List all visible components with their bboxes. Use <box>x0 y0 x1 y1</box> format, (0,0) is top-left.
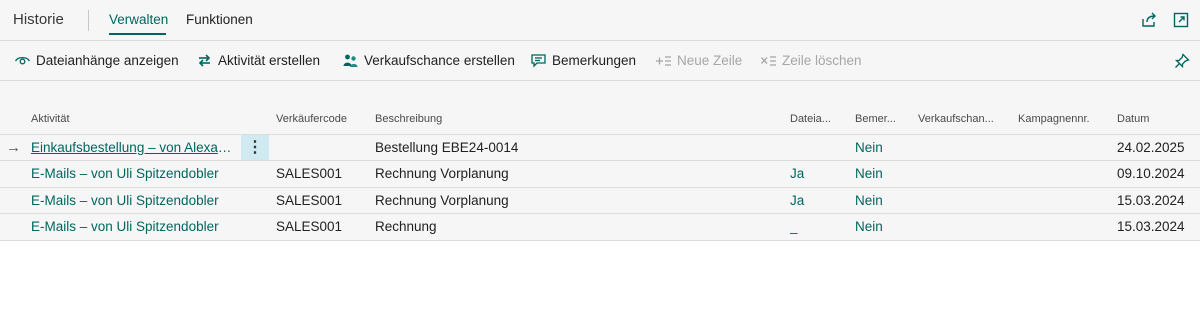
bemerkungen-cell[interactable]: Nein <box>855 219 910 234</box>
row-divider <box>0 240 1200 241</box>
more-vertical-icon: ⋮ <box>247 139 263 156</box>
datum-cell: 15.03.2024 <box>1117 219 1185 234</box>
new-line-button[interactable]: Neue Zeile <box>655 52 742 69</box>
current-row-arrow-icon: → <box>6 139 21 156</box>
column-header-verkaeufercode[interactable]: Verkäufercode <box>276 113 347 125</box>
create-activity-button[interactable]: Aktivität erstellen <box>196 52 320 69</box>
delete-line-icon <box>761 56 776 66</box>
history-page: Historie Verwalten Funktionen Dateianhän… <box>0 0 1200 321</box>
create-activity-label: Aktivität erstellen <box>218 53 321 68</box>
row-menu-button[interactable]: ⋮ <box>241 135 269 161</box>
comments-button[interactable]: Bemerkungen <box>530 52 636 69</box>
column-header-kampagnennr[interactable]: Kampagnennr. <box>1018 113 1090 125</box>
column-header-bemerkungen[interactable]: Bemer... <box>855 113 896 125</box>
bemerkungen-cell[interactable]: Nein <box>855 166 910 181</box>
top-bar: Historie Verwalten Funktionen <box>0 0 1200 40</box>
new-line-label: Neue Zeile <box>677 53 743 68</box>
comments-label: Bemerkungen <box>552 53 637 68</box>
eye-icon <box>14 56 31 65</box>
table-row[interactable]: E-Mails – von Uli Spitzendobler SALES001… <box>0 188 1200 214</box>
delete-line-label: Zeile löschen <box>782 53 862 68</box>
column-header-beschreibung[interactable]: Beschreibung <box>375 113 442 125</box>
active-tab-underline <box>109 33 166 35</box>
show-attachments-label: Dateianhänge anzeigen <box>36 53 179 68</box>
create-opportunity-button[interactable]: Verkaufschance erstellen <box>342 52 515 69</box>
tab-verwalten[interactable]: Verwalten <box>109 12 168 27</box>
verkaeufercode-cell: SALES001 <box>276 193 343 208</box>
activity-link[interactable]: E-Mails – von Uli Spitzendobler <box>31 219 267 234</box>
column-header-aktivitaet[interactable]: Aktivität <box>31 113 70 125</box>
delete-line-button[interactable]: Zeile löschen <box>760 52 862 69</box>
activity-link[interactable]: Einkaufsbestellung – von Alexand... <box>31 140 237 155</box>
beschreibung-cell: Rechnung Vorplanung <box>375 166 509 181</box>
activity-link[interactable]: E-Mails – von Uli Spitzendobler <box>31 193 267 208</box>
datum-cell: 09.10.2024 <box>1117 166 1185 181</box>
comment-icon <box>531 54 546 68</box>
create-opportunity-label: Verkaufschance erstellen <box>364 53 515 68</box>
datum-cell: 15.03.2024 <box>1117 193 1185 208</box>
activity-link[interactable]: E-Mails – von Uli Spitzendobler <box>31 166 267 181</box>
action-bar: Dateianhänge anzeigen Aktivität erstelle… <box>0 41 1200 80</box>
dateianhaenge-cell[interactable]: Ja <box>790 193 845 208</box>
new-line-icon <box>656 56 671 66</box>
share-icon[interactable] <box>1140 11 1158 29</box>
table-row[interactable]: E-Mails – von Uli Spitzendobler SALES001… <box>0 214 1200 240</box>
beschreibung-cell: Rechnung Vorplanung <box>375 193 509 208</box>
column-header-datum[interactable]: Datum <box>1117 113 1149 125</box>
verkaeufercode-cell: SALES001 <box>276 219 343 234</box>
action-bar-divider <box>0 80 1200 81</box>
verkaeufercode-cell: SALES001 <box>276 166 343 181</box>
column-header-verkaufschance[interactable]: Verkaufschan... <box>918 113 994 125</box>
arrows-cycle-icon <box>198 54 211 67</box>
title-separator <box>88 10 89 31</box>
dateianhaenge-cell[interactable]: _ <box>790 219 845 234</box>
beschreibung-cell: Rechnung <box>375 219 437 234</box>
table-row[interactable]: → Einkaufsbestellung – von Alexand... ⋮ … <box>0 135 1200 161</box>
bemerkungen-cell[interactable]: Nein <box>855 140 910 155</box>
expand-icon[interactable] <box>1172 11 1190 29</box>
bemerkungen-cell[interactable]: Nein <box>855 193 910 208</box>
pin-icon[interactable] <box>1174 53 1190 69</box>
column-header-dateianhaenge[interactable]: Dateia... <box>790 113 831 125</box>
table-row[interactable]: E-Mails – von Uli Spitzendobler SALES001… <box>0 161 1200 187</box>
dateianhaenge-cell[interactable]: Ja <box>790 166 845 181</box>
beschreibung-cell: Bestellung EBE24-0014 <box>375 140 519 155</box>
show-attachments-button[interactable]: Dateianhänge anzeigen <box>14 52 179 69</box>
datum-cell: 24.02.2025 <box>1117 140 1185 155</box>
people-icon <box>343 54 358 67</box>
tab-funktionen[interactable]: Funktionen <box>186 12 253 27</box>
page-title: Historie <box>13 11 64 28</box>
